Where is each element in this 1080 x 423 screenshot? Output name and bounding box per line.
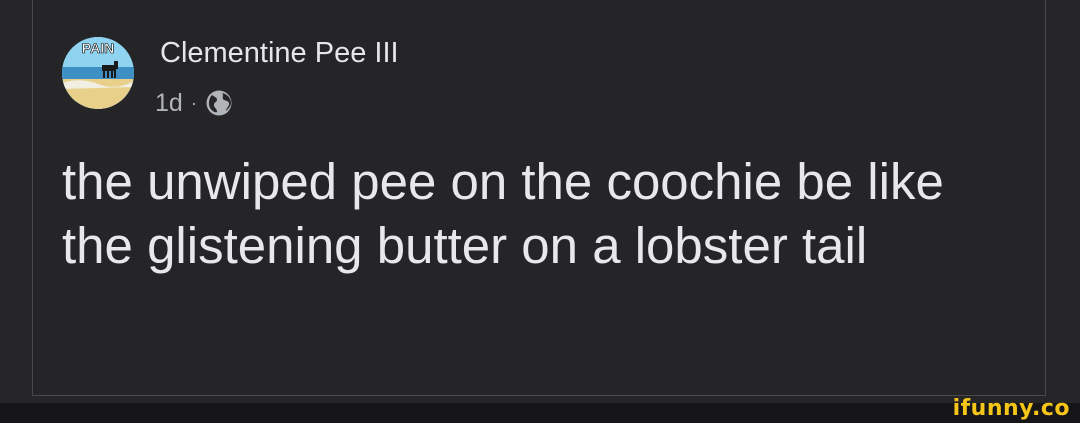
ifunny-watermark: ifunny.co — [952, 396, 1070, 421]
page: PAIN Clementine Pee III 1d · the unwiped… — [0, 0, 1080, 423]
avatar[interactable]: PAIN — [62, 37, 134, 109]
bottom-bar — [0, 403, 1080, 423]
post-time[interactable]: 1d — [155, 89, 183, 118]
author-name[interactable]: Clementine Pee III — [160, 37, 399, 70]
post-meta: 1d · — [155, 88, 233, 118]
globe-icon[interactable] — [205, 89, 233, 117]
avatar-caption: PAIN — [82, 40, 114, 56]
meta-separator: · — [190, 92, 197, 113]
post-text: the unwiped pee on the coochie be like t… — [62, 153, 944, 274]
avatar-image: PAIN — [62, 37, 134, 109]
